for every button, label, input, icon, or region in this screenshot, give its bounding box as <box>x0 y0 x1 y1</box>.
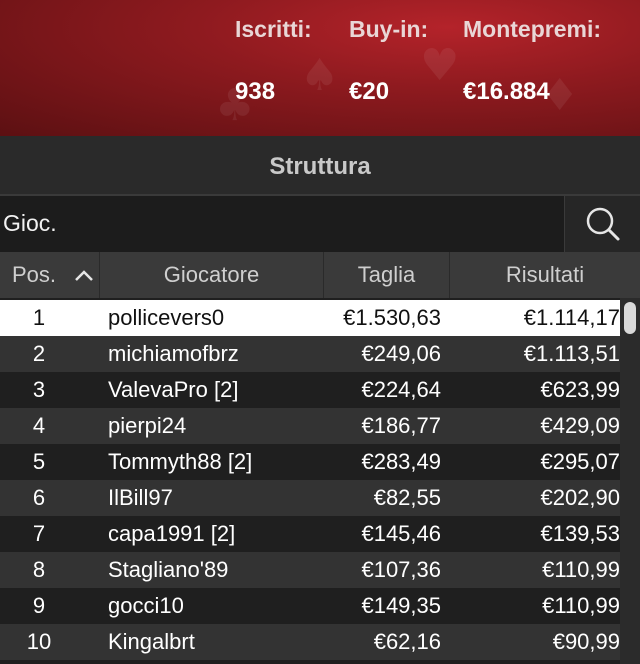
row-taglia: €249,06 <box>361 341 441 366</box>
row-pos: 5 <box>32 449 46 474</box>
table-row[interactable]: 9 gocci10 €149,35 €110,99 <box>0 588 620 624</box>
spade-icon: ♠ <box>300 50 340 101</box>
row-player: ValevaPro [2] <box>108 377 239 402</box>
row-taglia: €145,46 <box>361 521 441 546</box>
tournament-banner: ♠ ♥ ♦ ♣ Iscritti: 938 Buy-in: €20 Montep… <box>0 0 640 136</box>
heart-icon: ♥ <box>420 40 460 91</box>
stat-value: €20 <box>349 78 390 105</box>
search-icon <box>586 207 620 241</box>
search-input-text: Gioc. <box>3 210 57 236</box>
search-bar: Gioc. <box>0 194 640 252</box>
row-pos: 8 <box>32 557 46 582</box>
table-row[interactable]: 10 Kingalbrt €62,16 €90,99 <box>0 624 620 660</box>
row-pos: 6 <box>32 485 46 510</box>
row-player: IlBill97 <box>108 485 173 510</box>
column-header-risultati[interactable]: Risultati <box>450 252 640 298</box>
table-row[interactable]: 1 pollicevers0 €1.530,63 €1.114,17 <box>0 300 620 336</box>
table-row[interactable]: 8 Stagliano'89 €107,36 €110,99 <box>0 552 620 588</box>
row-pos: 1 <box>32 305 46 330</box>
table-row[interactable]: 4 pierpi24 €186,77 €429,09 <box>0 408 620 444</box>
row-risultati: €429,09 <box>540 413 620 438</box>
row-taglia: €1.530,63 <box>343 305 441 330</box>
table-row[interactable]: 2 michiamofbrz €249,06 €1.113,51 <box>0 336 620 372</box>
row-player: pollicevers0 <box>108 305 225 330</box>
table-row[interactable]: 7 capa1991 [2] €145,46 €139,53 <box>0 516 620 552</box>
row-risultati: €90,99 <box>552 629 620 654</box>
row-risultati: €1.114,17 <box>523 305 620 330</box>
table-row[interactable]: 3 ValevaPro [2] €224,64 €623,99 <box>0 372 620 408</box>
stat-label: Montepremi: <box>463 16 601 42</box>
row-risultati: €1.113,51 <box>523 341 620 366</box>
table-scrollbar[interactable] <box>620 298 640 664</box>
section-header: Struttura <box>0 136 640 194</box>
column-header-giocatore[interactable]: Giocatore <box>100 252 324 298</box>
row-taglia: €224,64 <box>361 377 441 402</box>
row-taglia: €107,36 <box>361 557 441 582</box>
row-risultati: €110,99 <box>542 593 620 618</box>
row-risultati: €623,99 <box>540 377 620 402</box>
table-row[interactable]: 5 Tommyth88 [2] €283,49 €295,07 <box>0 444 620 480</box>
stat-label: Iscritti: <box>235 16 312 42</box>
row-pos: 4 <box>32 413 46 438</box>
row-player: Tommyth88 [2] <box>108 449 253 474</box>
row-risultati: €110,99 <box>542 557 620 582</box>
column-header-label: Pos. <box>12 262 57 287</box>
row-player: Kingalbrt <box>108 629 195 654</box>
scrollbar-thumb[interactable] <box>624 302 636 334</box>
row-pos: 10 <box>26 629 52 654</box>
row-taglia: €62,16 <box>373 629 441 654</box>
row-taglia: €283,49 <box>361 449 441 474</box>
row-risultati: €202,90 <box>540 485 620 510</box>
search-button[interactable] <box>564 196 640 252</box>
row-player: gocci10 <box>108 593 184 618</box>
column-header-pos[interactable]: Pos. <box>0 252 100 298</box>
stat-label: Buy-in: <box>349 16 429 42</box>
search-input[interactable]: Gioc. <box>0 196 564 252</box>
row-pos: 9 <box>32 593 46 618</box>
row-taglia: €149,35 <box>361 593 441 618</box>
stat-value: 938 <box>235 78 276 105</box>
table-row[interactable]: 6 IlBill97 €82,55 €202,90 <box>0 480 620 516</box>
row-pos: 2 <box>32 341 46 366</box>
stat-value: €16.884 <box>463 78 550 105</box>
chevron-up-icon <box>75 270 93 281</box>
table-header: Pos. Giocatore Taglia Risultati <box>0 252 640 298</box>
row-pos: 3 <box>32 377 46 402</box>
row-risultati: €295,07 <box>540 449 620 474</box>
row-pos: 7 <box>32 521 46 546</box>
row-player: Stagliano'89 <box>108 557 229 582</box>
column-header-taglia[interactable]: Taglia <box>324 252 450 298</box>
section-title: Struttura <box>269 153 371 180</box>
results-table-body: 1 pollicevers0 €1.530,63 €1.114,17 2 mic… <box>0 298 620 664</box>
row-player: michiamofbrz <box>108 341 239 366</box>
row-player: capa1991 [2] <box>108 521 236 546</box>
row-taglia: €186,77 <box>361 413 441 438</box>
row-risultati: €139,53 <box>540 521 620 546</box>
row-player: pierpi24 <box>108 413 187 438</box>
row-taglia: €82,55 <box>373 485 441 510</box>
